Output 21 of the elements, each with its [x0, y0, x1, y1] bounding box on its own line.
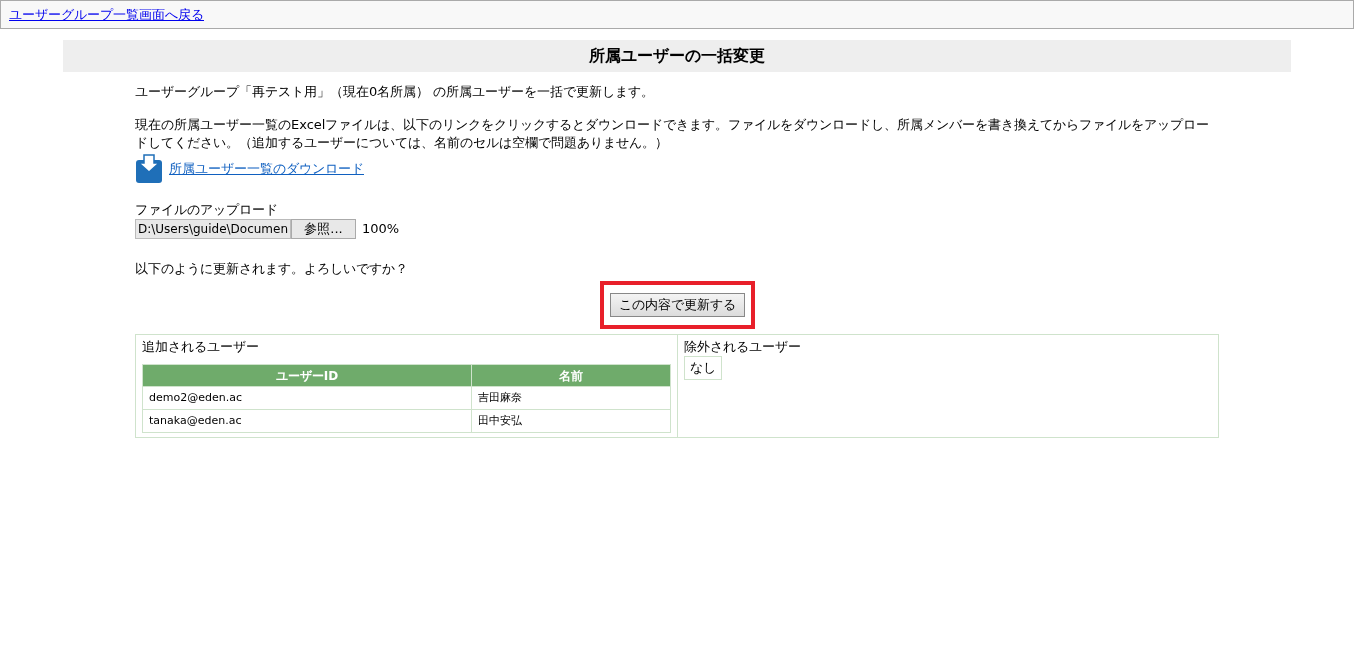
browse-button[interactable]: 参照...: [291, 219, 357, 239]
update-button[interactable]: この内容で更新する: [609, 292, 745, 317]
download-link[interactable]: 所属ユーザー一覧のダウンロード: [169, 158, 364, 179]
upload-label: ファイルのアップロード: [135, 200, 279, 219]
table-cell: 吉田麻奈: [471, 386, 671, 410]
confirm-text: 以下のように更新されます。よろしいですか？: [135, 260, 409, 278]
file-path-field[interactable]: D:\Users\guide\Documen: [135, 219, 292, 239]
added-users-title: 追加されるユーザー: [142, 337, 260, 356]
column-header: ユーザーID: [142, 364, 472, 387]
download-icon: [135, 153, 163, 184]
column-header: 名前: [471, 364, 671, 387]
back-link[interactable]: ユーザーグループ一覧画面へ戻る: [9, 4, 204, 25]
removed-users-title: 除外されるユーザー: [684, 337, 802, 356]
removed-user-entry: なし: [684, 356, 722, 380]
table-cell: 田中安弘: [471, 409, 671, 433]
table-cell: demo2@eden.ac: [142, 386, 472, 410]
intro-text: ユーザーグループ「再テスト用」（現在0名所属） の所属ユーザーを一括で更新します。: [135, 83, 656, 101]
upload-percent-text: 100%: [362, 220, 400, 239]
table-cell: tanaka@eden.ac: [142, 409, 472, 433]
instructions-text: 現在の所属ユーザー一覧のExcelファイルは、以下のリンクをクリックするとダウンロードできます。ファイルをダウンロードし、所属メンバーを書き換えてからファイルをアップロードしてください。（追加するユーザーについては、名前のセルは空欄で問題ありません。）: [135, 115, 1211, 152]
page-heading: 所属ユーザーの一括変更: [63, 40, 1291, 72]
